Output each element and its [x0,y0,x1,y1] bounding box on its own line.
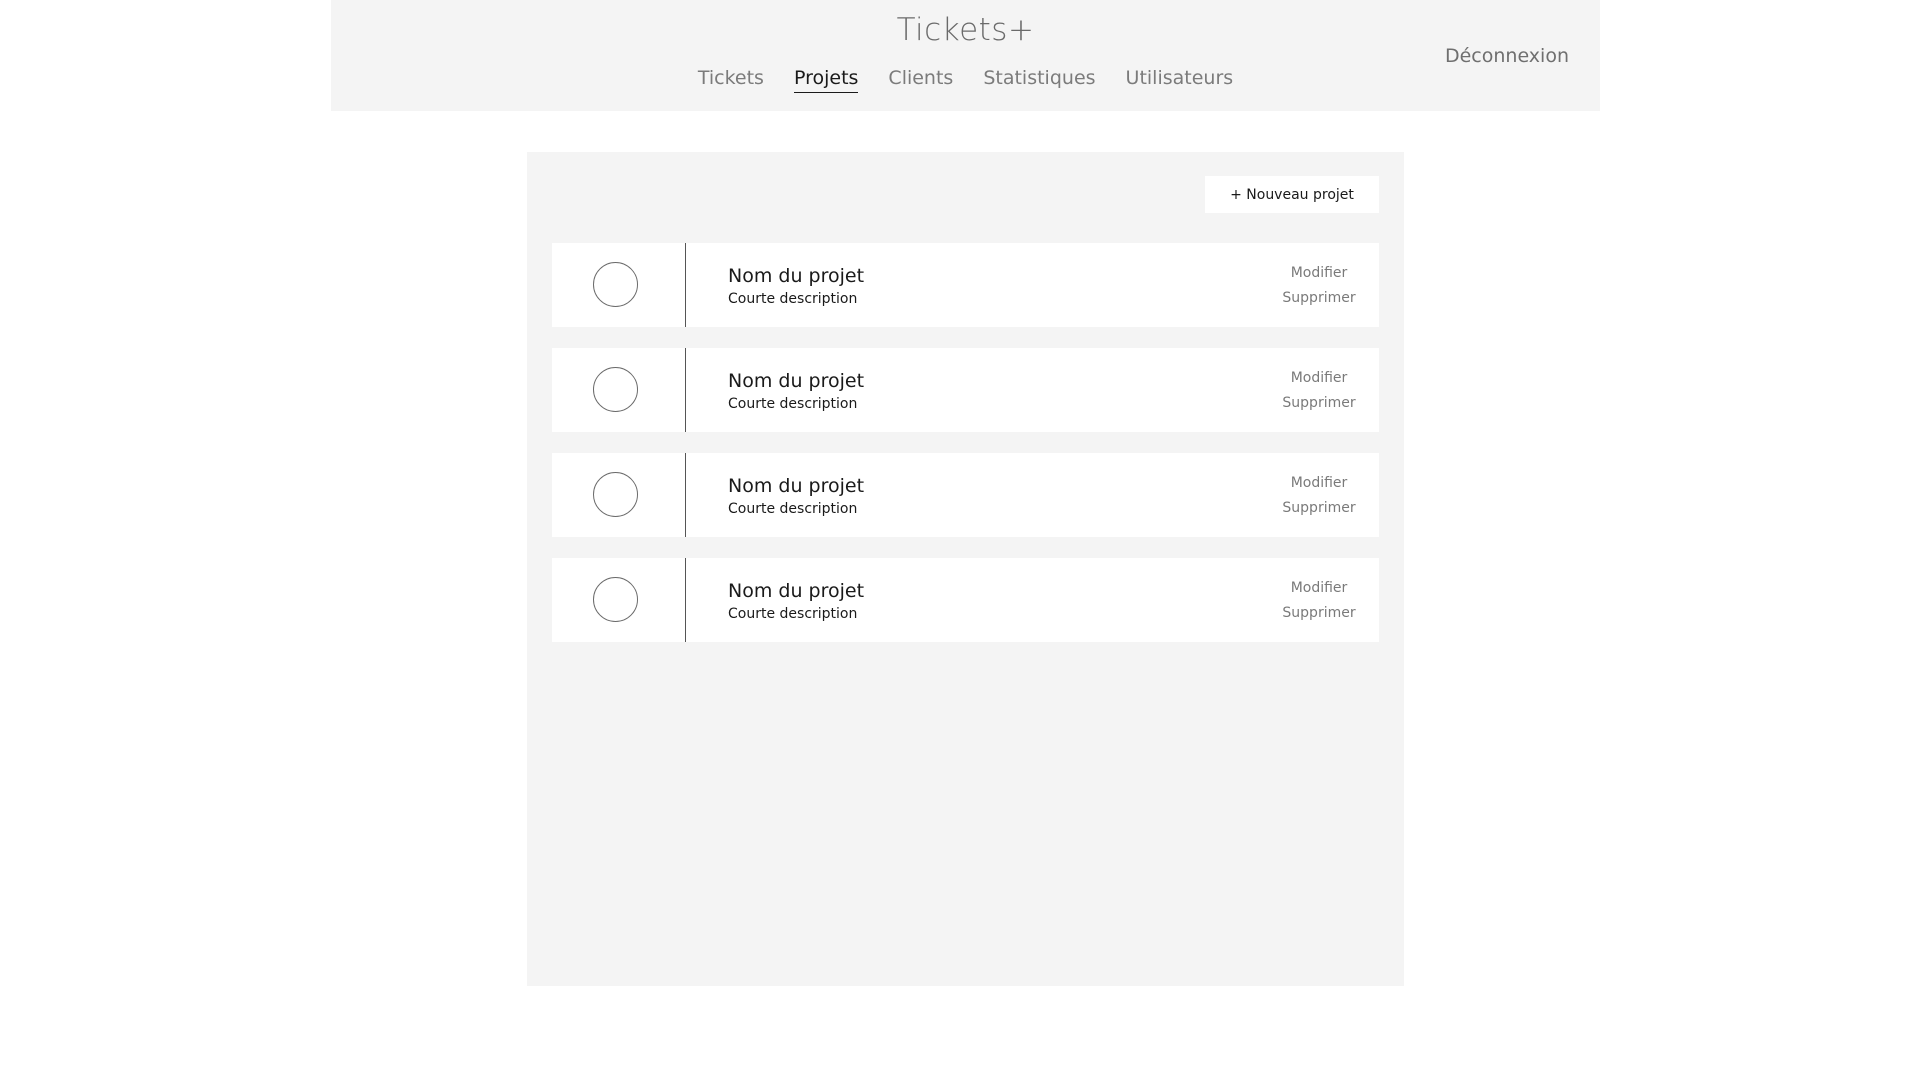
project-avatar [593,472,638,517]
project-row: Nom du projet Courte description Modifie… [552,348,1379,432]
delete-project-link[interactable]: Supprimer [1259,500,1379,516]
edit-project-link[interactable]: Modifier [1259,475,1379,491]
nav-statistiques[interactable]: Statistiques [983,66,1095,93]
project-avatar [593,367,638,412]
project-row: Nom du projet Courte description Modifie… [552,243,1379,327]
project-list: Nom du projet Courte description Modifie… [552,243,1379,663]
delete-project-link[interactable]: Supprimer [1259,395,1379,411]
edit-project-link[interactable]: Modifier [1259,265,1379,281]
project-description: Courte description [728,501,858,517]
project-avatar [593,577,638,622]
project-row: Nom du projet Courte description Modifie… [552,453,1379,537]
projects-panel: + Nouveau projet Nom du projet Courte de… [527,152,1404,986]
delete-project-link[interactable]: Supprimer [1259,605,1379,621]
project-name: Nom du projet [728,265,865,287]
app-title: Tickets+ [896,12,1035,48]
nav-projets[interactable]: Projets [793,66,859,93]
new-project-button[interactable]: + Nouveau projet [1205,176,1379,213]
project-description: Courte description [728,291,858,307]
project-name: Nom du projet [728,370,865,392]
row-divider [685,243,686,327]
top-header: Tickets+ Tickets Projets Clients Statist… [331,0,1600,111]
edit-project-link[interactable]: Modifier [1259,370,1379,386]
logout-link[interactable]: Déconnexion [1445,45,1569,67]
nav-clients[interactable]: Clients [888,66,953,93]
main-nav: Tickets Projets Clients Statistiques Uti… [331,66,1600,93]
project-name: Nom du projet [728,475,865,497]
row-divider [685,453,686,537]
project-name: Nom du projet [728,580,865,602]
nav-tickets[interactable]: Tickets [698,66,764,93]
row-divider [685,558,686,642]
project-row: Nom du projet Courte description Modifie… [552,558,1379,642]
project-description: Courte description [728,606,858,622]
project-description: Courte description [728,396,858,412]
nav-utilisateurs[interactable]: Utilisateurs [1126,66,1234,93]
delete-project-link[interactable]: Supprimer [1259,290,1379,306]
row-divider [685,348,686,432]
project-avatar [593,262,638,307]
edit-project-link[interactable]: Modifier [1259,580,1379,596]
